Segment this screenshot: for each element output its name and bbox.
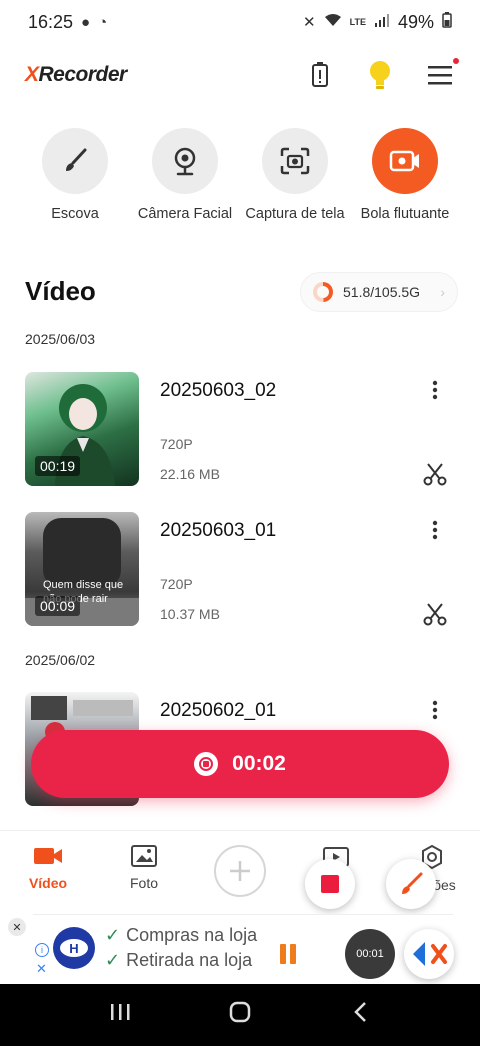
message-icon: ● bbox=[81, 13, 91, 31]
menu-button[interactable] bbox=[425, 58, 459, 90]
tool-brush[interactable]: Escova bbox=[20, 128, 130, 222]
hamburger-menu-icon bbox=[428, 66, 452, 85]
tool-facecam[interactable]: Câmera Facial bbox=[130, 128, 240, 222]
brush-icon bbox=[42, 128, 108, 194]
more-options-button[interactable] bbox=[423, 698, 447, 722]
tool-label: Bola flutuante bbox=[360, 206, 450, 222]
stop-icon bbox=[321, 875, 339, 893]
ad-info-icon[interactable]: i bbox=[35, 943, 49, 957]
home-button[interactable] bbox=[220, 1001, 260, 1029]
check-icon: ✓ bbox=[105, 925, 121, 945]
webcam-icon bbox=[152, 128, 218, 194]
recording-elapsed: 00:02 bbox=[232, 752, 286, 775]
screenshot-icon bbox=[131, 845, 157, 867]
app-logo: XRecorder bbox=[25, 63, 127, 86]
ad-line: ✓ Retirada na loja bbox=[105, 950, 253, 970]
add-button[interactable] bbox=[214, 845, 266, 897]
more-vertical-icon bbox=[432, 700, 438, 720]
tools-icon bbox=[413, 942, 447, 966]
status-time: 16:25 bbox=[28, 11, 74, 32]
trim-button[interactable] bbox=[421, 600, 449, 628]
back-chevron-icon bbox=[354, 1002, 366, 1022]
storage-ring-icon bbox=[313, 282, 333, 302]
storage-indicator[interactable]: 51.8/105.5G › bbox=[300, 272, 458, 312]
tool-floating-ball[interactable]: Bola flutuante bbox=[350, 128, 460, 222]
recent-apps-icon bbox=[111, 1004, 130, 1020]
battery-percent: 49% bbox=[397, 11, 434, 32]
video-title: 20250603_01 bbox=[160, 520, 277, 541]
date-header: 2025/06/02 bbox=[25, 652, 96, 668]
storage-text: 51.8/105.5G bbox=[343, 284, 421, 300]
nav-label: Vídeo bbox=[28, 875, 68, 891]
floating-pause-button[interactable] bbox=[280, 944, 296, 964]
floating-timer-bubble[interactable]: 00:01 bbox=[345, 929, 395, 979]
video-thumbnail[interactable]: Quem disse que não pode rair 00:09 bbox=[25, 512, 139, 626]
date-header: 2025/06/03 bbox=[25, 331, 96, 347]
trim-button[interactable] bbox=[421, 460, 449, 488]
tool-label: Escova bbox=[51, 206, 99, 222]
tool-screenshot[interactable]: Captura de tela bbox=[240, 128, 350, 222]
battery-icon bbox=[442, 12, 452, 32]
video-item[interactable]: Quem disse que não pode rair 00:09 20250… bbox=[25, 512, 455, 626]
tips-button[interactable] bbox=[365, 60, 395, 90]
plus-icon bbox=[230, 861, 250, 881]
tool-label: Câmera Facial bbox=[137, 206, 233, 222]
floating-toolbox-button[interactable] bbox=[404, 929, 454, 979]
chevron-right-icon: › bbox=[440, 284, 445, 300]
notification-dot bbox=[453, 58, 459, 64]
app-header: XRecorder bbox=[0, 50, 480, 100]
video-duration: 00:09 bbox=[35, 596, 81, 616]
wifi-icon bbox=[324, 13, 342, 31]
floating-stop-button[interactable] bbox=[305, 859, 355, 909]
mute-icon: ✕ bbox=[303, 14, 316, 31]
home-icon bbox=[229, 1001, 251, 1023]
nav-video[interactable]: Vídeo bbox=[8, 845, 88, 891]
video-item[interactable]: 00:19 20250603_02 720P 22.16 MB bbox=[25, 372, 455, 486]
video-size: 22.16 MB bbox=[160, 466, 220, 482]
whatsapp-icon: ◔ bbox=[98, 13, 108, 31]
status-right: ✕ LTE 49% bbox=[303, 12, 452, 33]
status-bar: 16:25 ● ◔ ✕ LTE 49% bbox=[0, 0, 480, 44]
battery-saver-button[interactable] bbox=[305, 60, 335, 90]
recent-apps-button[interactable] bbox=[100, 1002, 140, 1028]
lte-icon: LTE bbox=[349, 17, 366, 27]
scissors-icon bbox=[423, 603, 447, 626]
ad-dismiss-icon[interactable]: ✕ bbox=[36, 961, 47, 977]
video-title: 20250602_01 bbox=[160, 700, 277, 721]
more-options-button[interactable] bbox=[423, 378, 447, 402]
screenshot-camera-icon bbox=[262, 128, 328, 194]
signal-icon bbox=[374, 13, 390, 31]
system-nav-bar bbox=[0, 984, 480, 1046]
more-vertical-icon bbox=[432, 520, 438, 540]
tools-row: Escova Câmera Facial Captura de tela Bol… bbox=[20, 128, 460, 222]
section-title: Vídeo bbox=[25, 276, 96, 306]
more-vertical-icon bbox=[432, 380, 438, 400]
video-title: 20250603_02 bbox=[160, 380, 277, 401]
video-record-icon bbox=[372, 128, 438, 194]
check-icon: ✓ bbox=[105, 950, 121, 970]
back-button[interactable] bbox=[340, 1001, 380, 1029]
more-options-button[interactable] bbox=[423, 518, 447, 542]
ad-brand-logo: H bbox=[53, 927, 95, 969]
video-camera-icon bbox=[34, 848, 62, 864]
battery-alert-icon bbox=[312, 62, 328, 87]
header-actions bbox=[305, 58, 459, 90]
record-stop-icon bbox=[194, 752, 219, 776]
floating-brush-button[interactable] bbox=[386, 859, 436, 909]
video-thumbnail[interactable]: 00:19 bbox=[25, 372, 139, 486]
video-duration: 00:19 bbox=[35, 456, 81, 476]
recording-timer-button[interactable]: 00:02 bbox=[31, 730, 449, 798]
tool-label: Captura de tela bbox=[245, 206, 345, 222]
nav-label: Foto bbox=[129, 875, 158, 891]
video-resolution: 720P bbox=[160, 436, 193, 452]
status-left: 16:25 ● ◔ bbox=[28, 12, 107, 33]
nav-photo[interactable]: Foto bbox=[104, 845, 184, 891]
video-resolution: 720P bbox=[160, 576, 193, 592]
lightbulb-icon bbox=[370, 61, 390, 89]
video-size: 10.37 MB bbox=[160, 606, 220, 622]
ad-line: ✓ Compras na loja bbox=[105, 925, 258, 945]
scissors-icon bbox=[423, 463, 447, 486]
ad-close-button[interactable]: ✕ bbox=[8, 918, 26, 936]
brush-icon bbox=[402, 872, 423, 894]
